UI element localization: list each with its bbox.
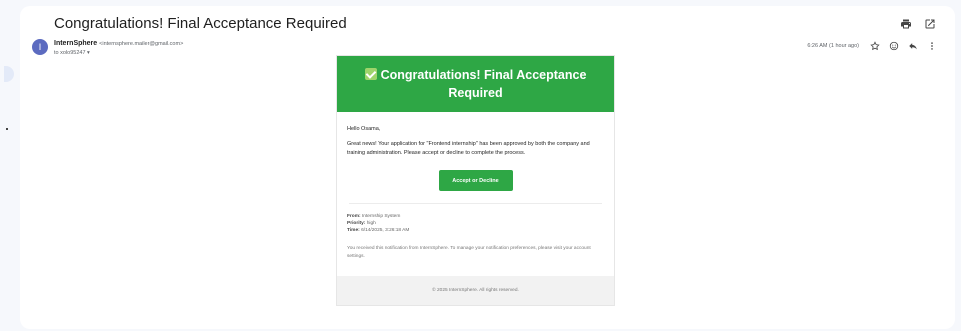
detail-priority: Priority: high (347, 221, 376, 226)
email-content: Congratulations! Final Acceptance Requir… (336, 55, 615, 306)
check-mark-icon (364, 68, 377, 80)
message-actions: 6:26 AM (1 hour ago) (807, 40, 937, 51)
email-banner: Congratulations! Final Acceptance Requir… (337, 56, 614, 112)
reply-icon[interactable] (907, 40, 918, 51)
email-footer: © 2025 InternSphere. All rights reserved… (337, 276, 614, 305)
sender-avatar[interactable]: I (32, 39, 48, 55)
detail-from: From: Internship System (347, 214, 401, 219)
cta-wrapper: Accept or Decline (347, 170, 604, 191)
accept-or-decline-button[interactable]: Accept or Decline (438, 170, 513, 191)
email-body: Hello Osama, Great news! Your applicatio… (337, 112, 614, 276)
detail-time: Time: 6/14/2025, 3:26:18 AM (347, 228, 410, 233)
open-in-new-window-icon[interactable] (923, 17, 937, 31)
divider (349, 203, 602, 204)
sidebar-collapse-handle[interactable] (4, 66, 14, 82)
preferences-note: You received this notification from Inte… (347, 246, 591, 259)
subject-actions (899, 17, 937, 31)
star-icon[interactable] (869, 40, 880, 51)
sender-info: InternSphere <internsphere.mailer@gmail.… (54, 40, 183, 47)
timestamp: 6:26 AM (1 hour ago) (807, 42, 859, 49)
recipient-dropdown[interactable]: to xolo95247 ▾ (54, 50, 90, 56)
greeting: Hello Osama, (347, 126, 381, 132)
email-banner-title: Congratulations! Final Acceptance Requir… (380, 68, 587, 100)
email-message: Great news! Your application for "Fronte… (347, 141, 590, 156)
emoji-icon[interactable] (888, 40, 899, 51)
gmail-page: Congratulations! Final Acceptance Requir… (0, 0, 961, 331)
more-vert-icon[interactable] (926, 40, 937, 51)
sender-name[interactable]: InternSphere (54, 40, 97, 47)
divider-dot (6, 128, 8, 130)
sender-email: <internsphere.mailer@gmail.com> (99, 41, 184, 47)
notification-details: From: Internship System Priority: high T… (347, 213, 604, 234)
print-icon[interactable] (899, 17, 913, 31)
email-subject: Congratulations! Final Acceptance Requir… (54, 15, 347, 32)
